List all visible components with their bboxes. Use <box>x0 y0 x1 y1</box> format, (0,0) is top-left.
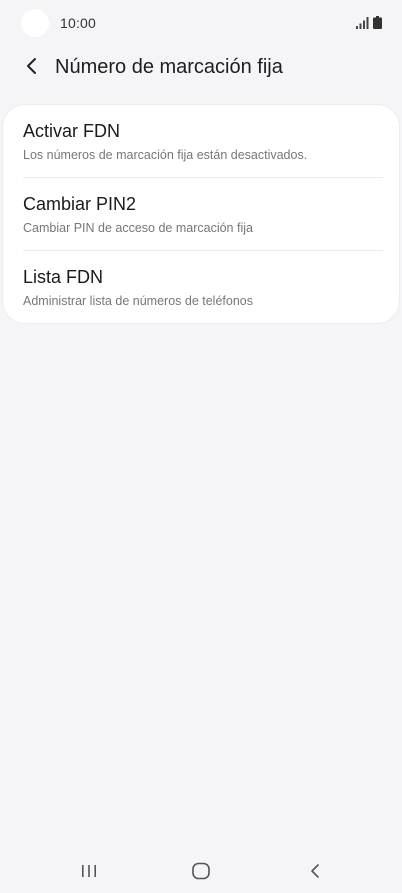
status-bar: 10:00 <box>0 0 402 48</box>
nav-back-button[interactable] <box>295 856 335 886</box>
menu-item-cambiar-pin2[interactable]: Cambiar PIN2 Cambiar PIN de acceso de ma… <box>3 178 399 250</box>
signal-icon <box>356 17 369 29</box>
status-icons <box>356 16 382 29</box>
recent-apps-button[interactable] <box>69 856 109 886</box>
menu-item-title: Lista FDN <box>23 267 104 287</box>
chevron-left-icon <box>27 58 36 74</box>
home-icon <box>192 862 210 880</box>
menu-item-lista-fdn[interactable]: Lista FDN Administrar lista de números d… <box>3 251 399 323</box>
battery-icon <box>373 16 382 29</box>
menu-item-subtitle: Los números de marcación fija están desa… <box>23 148 308 162</box>
settings-card: Activar FDN Los números de marcación fij… <box>3 105 399 323</box>
status-time: 10:00 <box>60 15 97 31</box>
page-title: Número de marcación fija <box>55 56 283 78</box>
home-button[interactable] <box>181 856 221 886</box>
navigation-bar <box>0 850 402 893</box>
back-icon <box>311 864 319 878</box>
camera-cutout <box>21 9 49 37</box>
menu-item-title: Cambiar PIN2 <box>23 194 137 214</box>
recent-apps-icon <box>82 865 96 877</box>
menu-item-subtitle: Cambiar PIN de acceso de marcación fija <box>23 221 253 235</box>
header: Número de marcación fija <box>0 48 402 90</box>
menu-item-activar-fdn[interactable]: Activar FDN Los números de marcación fij… <box>3 105 399 177</box>
menu-item-subtitle: Administrar lista de números de teléfono… <box>23 294 253 308</box>
menu-item-title: Activar FDN <box>23 121 121 141</box>
back-button[interactable] <box>18 52 46 80</box>
